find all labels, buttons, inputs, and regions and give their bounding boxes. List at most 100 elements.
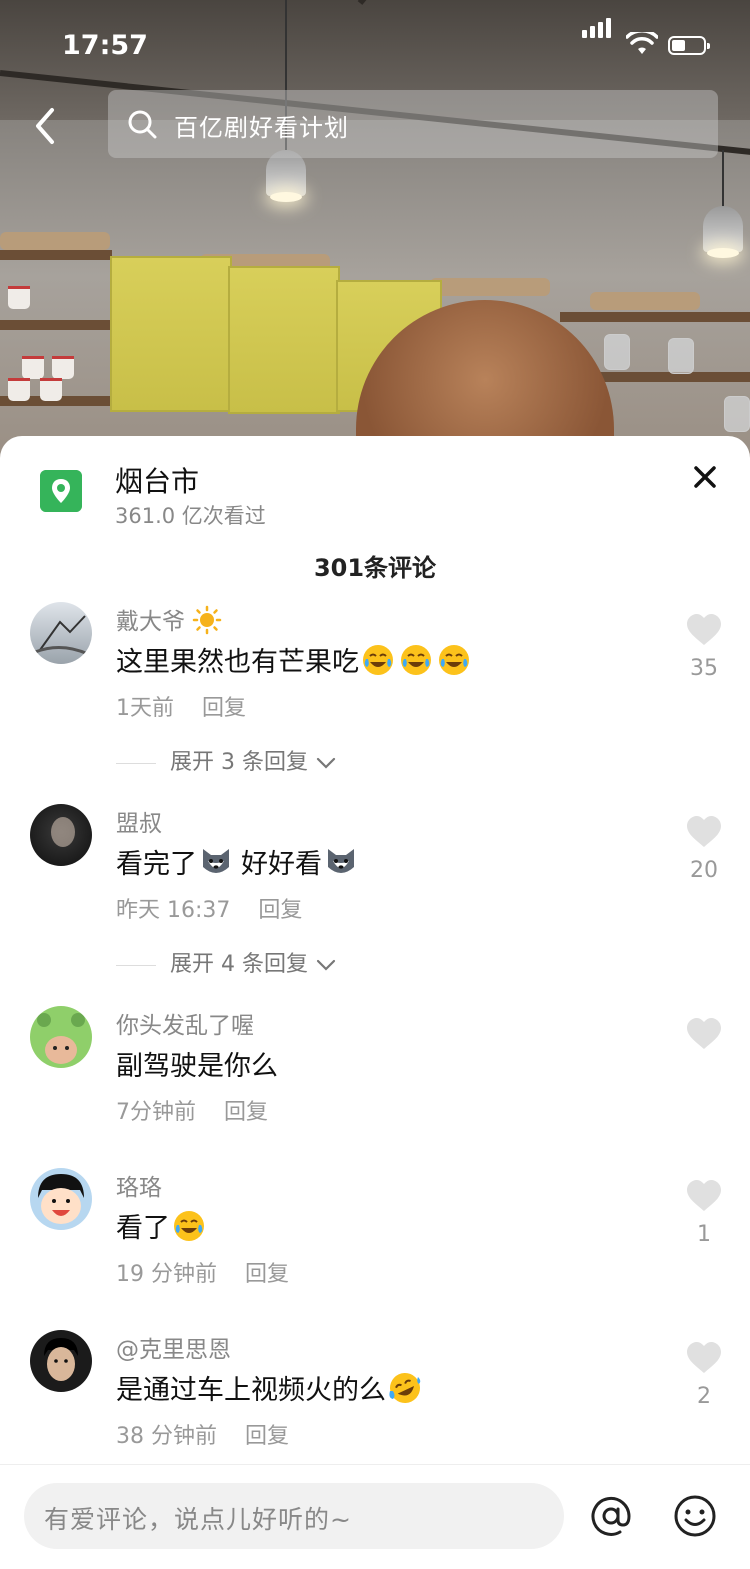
close-button[interactable] (688, 460, 722, 494)
comment-text: 是通过车上视频火的么 (116, 1368, 424, 1407)
comment-item: 戴大爷 这里果然也有芒果吃 1天前 回复 35 (0, 602, 750, 762)
laugh-cry-icon (439, 645, 469, 675)
location-pin-icon (40, 470, 82, 512)
shelf (0, 250, 112, 260)
avatar[interactable] (30, 1006, 92, 1068)
emoji-button[interactable] (672, 1493, 718, 1539)
shelf (0, 320, 112, 330)
comment-item: 盟叔 看完了 好好看 昨天 16:37 回复 20 (0, 804, 750, 964)
comment-time: 38 分钟前 (116, 1424, 217, 1449)
comment-time: 昨天 16:37 (116, 898, 231, 923)
status-bar: 17:57 (0, 0, 750, 90)
comment-text-content: 看完了 (116, 849, 197, 880)
glass-jar (604, 334, 630, 370)
comments-count: 301条评论 (313, 554, 437, 582)
like-count: 2 (697, 1384, 711, 1409)
glass-jar (668, 338, 694, 374)
chevron-down-icon (316, 757, 336, 769)
expand-replies-label: 展开 4 条回复 (170, 952, 308, 977)
reply-button[interactable]: 回复 (202, 696, 246, 721)
like-button[interactable]: 2 (684, 1342, 724, 1422)
chevron-down-icon (316, 959, 336, 971)
husky-icon (328, 849, 354, 873)
comment-author-name: 戴大爷 (116, 609, 185, 635)
like-count: 20 (690, 858, 718, 883)
yellow-panel (228, 266, 340, 414)
comment-author[interactable]: 戴大爷 (116, 602, 222, 636)
comment-text: 看了 (116, 1206, 208, 1245)
comment-author-name[interactable]: 盟叔 (116, 804, 162, 838)
comment-meta: 1天前 回复 (116, 690, 246, 722)
comment-time: 1天前 (116, 696, 174, 721)
mug (22, 356, 44, 379)
like-button[interactable] (684, 1018, 724, 1098)
laugh-cry-icon (401, 645, 431, 675)
rofl-icon (389, 1373, 421, 1403)
location-name[interactable]: 烟台市 (115, 460, 199, 500)
comment-item: 珞珞 看了 19 分钟前 回复 1 (0, 1168, 750, 1328)
like-button[interactable]: 35 (684, 614, 724, 694)
avatar[interactable] (30, 1330, 92, 1392)
comment-input-bar: 有爱评论，说点儿好听的~ (0, 1464, 750, 1569)
heart-icon (687, 1018, 721, 1049)
reply-button[interactable]: 回复 (258, 898, 302, 923)
comment-meta: 昨天 16:37 回复 (116, 892, 302, 924)
pendant-lamp (703, 206, 743, 258)
like-button[interactable]: 20 (684, 816, 724, 896)
comment-meta: 38 分钟前 回复 (116, 1418, 289, 1450)
like-count: 1 (697, 1222, 711, 1247)
husky-icon (203, 849, 229, 873)
reply-button[interactable]: 回复 (245, 1424, 289, 1449)
like-button[interactable]: 1 (684, 1180, 724, 1260)
comment-input-placeholder: 有爱评论，说点儿好听的~ (44, 1505, 352, 1534)
mug (8, 286, 30, 309)
like-count: 35 (690, 656, 718, 681)
sun-icon (193, 605, 222, 635)
coffee-sacks (430, 278, 550, 296)
reply-button[interactable]: 回复 (224, 1100, 268, 1125)
comment-text-content: 副驾驶是你么 (116, 1051, 278, 1082)
comment-text-content: 这里果然也有芒果吃 (116, 647, 359, 678)
comment-time: 7分钟前 (116, 1100, 196, 1125)
reply-button[interactable]: 回复 (245, 1262, 289, 1287)
comment-input[interactable]: 有爱评论，说点儿好听的~ (24, 1483, 564, 1549)
comments-sheet: 烟台市 361.0 亿次看过 301条评论 戴大爷 这里果然也有芒果吃 1天前 … (0, 436, 750, 1568)
mug (8, 378, 30, 401)
heart-icon (687, 816, 721, 847)
coffee-sacks (590, 292, 700, 310)
comment-text-content: 是通过车上视频火的么 (116, 1375, 386, 1406)
wifi-icon (626, 32, 658, 54)
status-time: 17:57 (62, 30, 148, 61)
heart-icon (687, 1180, 721, 1211)
comment-item: 你头发乱了喔 副驾驶是你么 7分钟前 回复 (0, 1006, 750, 1166)
expand-replies-label: 展开 3 条回复 (170, 750, 308, 775)
shelf (560, 312, 750, 322)
comment-author-name[interactable]: 珞珞 (116, 1168, 162, 1202)
glass-jar (724, 396, 750, 432)
comment-text: 副驾驶是你么 (116, 1044, 278, 1083)
comment-author-name[interactable]: 你头发乱了喔 (116, 1006, 254, 1040)
search-bar[interactable]: 百亿剧好看计划 (108, 90, 718, 158)
avatar[interactable] (30, 602, 92, 664)
search-query: 百亿剧好看计划 (174, 114, 349, 142)
comment-text: 看完了 好好看 (116, 842, 360, 881)
mention-button[interactable] (588, 1493, 634, 1539)
comment-meta: 19 分钟前 回复 (116, 1256, 289, 1288)
back-button[interactable] (24, 100, 68, 152)
comment-time: 19 分钟前 (116, 1262, 217, 1287)
avatar[interactable] (30, 804, 92, 866)
comment-text-content: 看了 (116, 1213, 170, 1244)
search-icon (128, 110, 157, 139)
laugh-cry-icon (363, 645, 393, 675)
divider-line (116, 762, 156, 764)
comment-meta: 7分钟前 回复 (116, 1094, 268, 1126)
expand-replies-button[interactable]: 展开 4 条回复 (116, 946, 337, 978)
divider-line (116, 964, 156, 966)
mug (40, 378, 62, 401)
yellow-panel (110, 256, 232, 412)
avatar[interactable] (30, 1168, 92, 1230)
laugh-cry-icon (174, 1211, 204, 1241)
comment-author-name[interactable]: @克里思恩 (116, 1330, 231, 1364)
expand-replies-button[interactable]: 展开 3 条回复 (116, 744, 337, 776)
heart-icon (687, 1342, 721, 1373)
